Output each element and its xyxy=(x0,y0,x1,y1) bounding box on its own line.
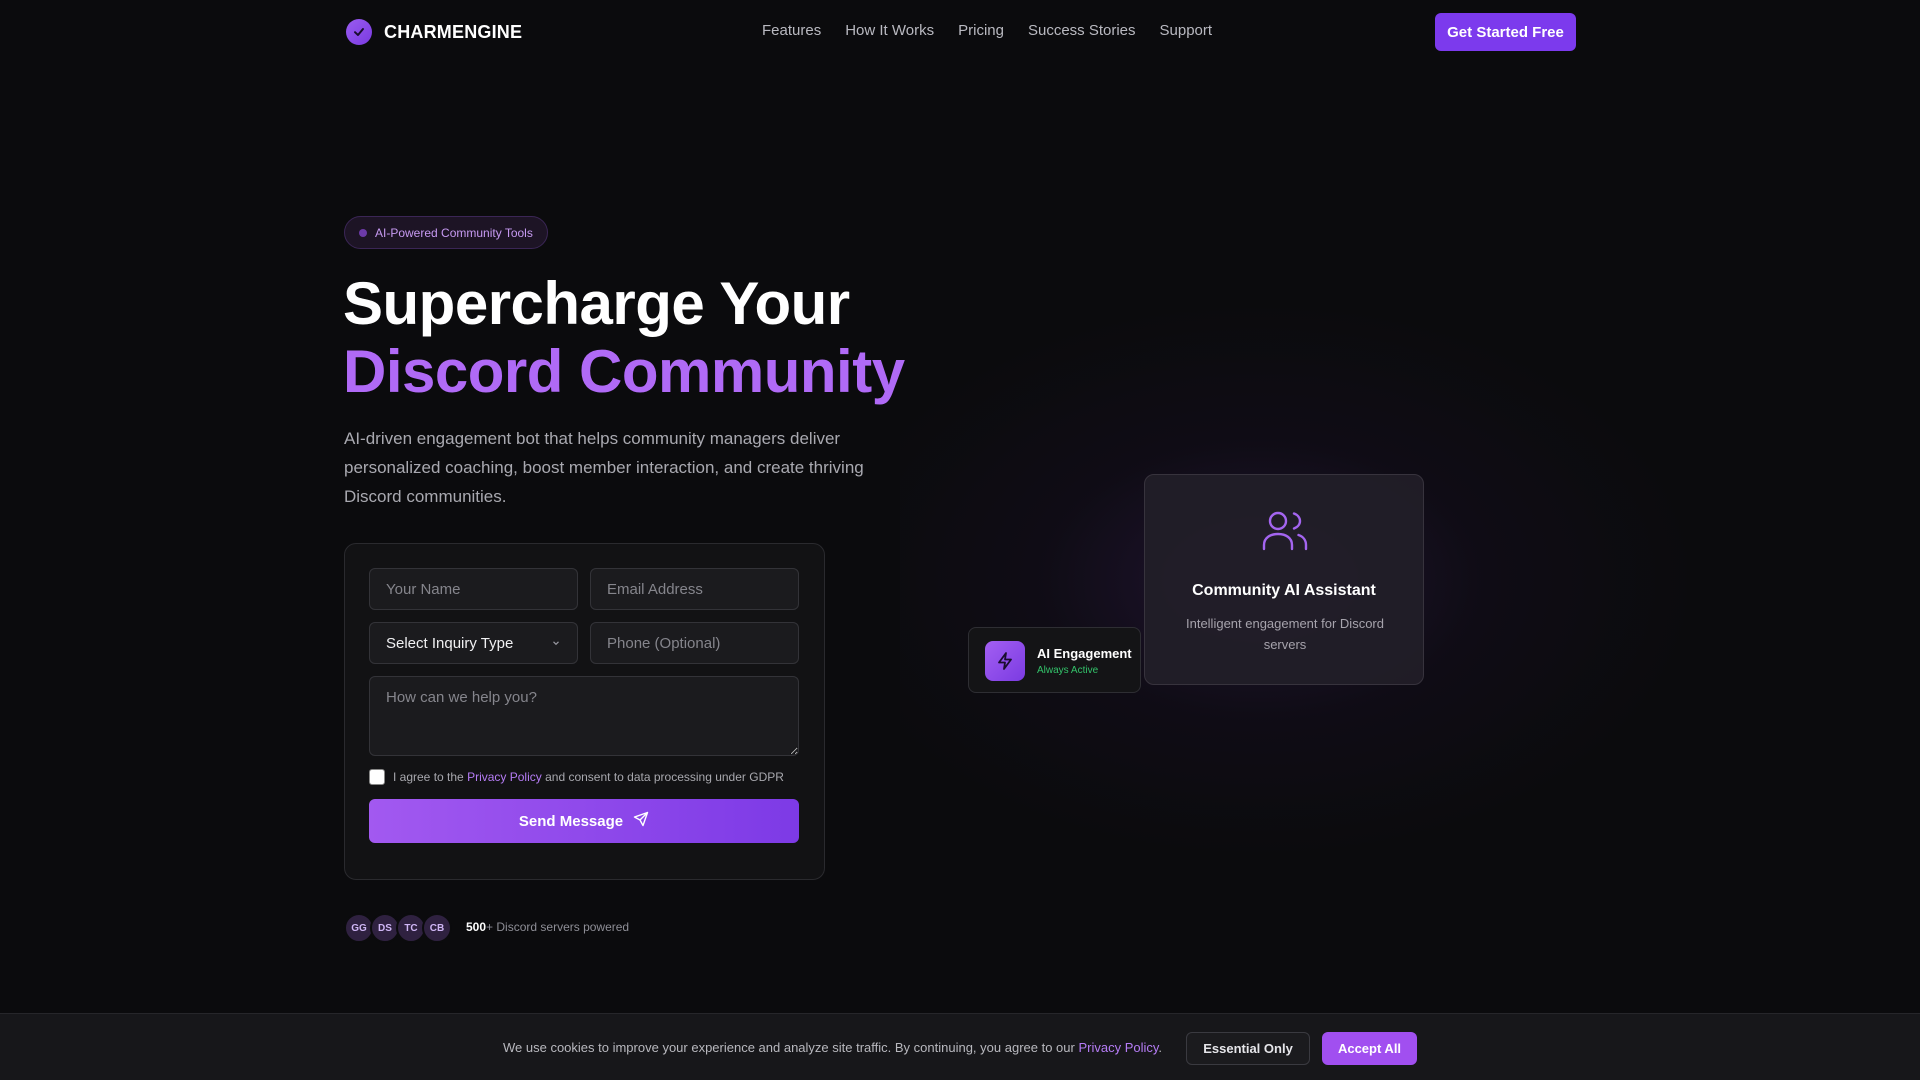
hero-badge: AI-Powered Community Tools xyxy=(344,216,548,249)
nav-link-features[interactable]: Features xyxy=(762,22,821,39)
hero-title-line1: Supercharge Your xyxy=(343,270,850,337)
hero-description: AI-driven engagement bot that helps comm… xyxy=(344,429,864,506)
send-message-button[interactable]: Send Message xyxy=(369,799,799,843)
consent-checkbox[interactable] xyxy=(369,769,385,785)
community-ai-assistant-card: Community AI Assistant Intelligent engag… xyxy=(1144,474,1424,685)
brand-name: CHARMENGINE xyxy=(384,21,523,42)
lightning-icon xyxy=(985,641,1025,681)
cookie-text: We use cookies to improve your experienc… xyxy=(503,1040,1075,1055)
top-navigation: CHARMENGINE Features How It Works Pricin… xyxy=(0,0,1920,64)
message-field[interactable] xyxy=(369,676,799,756)
chevron-down-icon xyxy=(551,635,561,652)
servers-label: Discord servers powered xyxy=(496,920,630,934)
nav-link-how-it-works[interactable]: How It Works xyxy=(845,22,934,39)
nav-link-support[interactable]: Support xyxy=(1160,22,1213,39)
inquiry-type-select[interactable]: Select Inquiry Type xyxy=(369,622,578,664)
email-field[interactable] xyxy=(590,568,799,610)
engagement-status: Always Active xyxy=(1037,665,1099,676)
name-field[interactable] xyxy=(369,568,578,610)
check-circle-icon xyxy=(346,19,372,45)
privacy-policy-link[interactable]: Privacy Policy xyxy=(467,770,542,784)
essential-only-button[interactable]: Essential Only xyxy=(1186,1032,1310,1065)
consent-prefix: I agree to the xyxy=(393,770,464,784)
assistant-title: Community AI Assistant xyxy=(1192,582,1376,599)
engagement-title: AI Engagement xyxy=(1037,646,1132,661)
users-icon xyxy=(1261,509,1309,558)
accept-all-button[interactable]: Accept All xyxy=(1322,1032,1417,1065)
nav-link-pricing[interactable]: Pricing xyxy=(958,22,1004,39)
gdpr-consent: I agree to the Privacy Policy and consen… xyxy=(369,769,784,785)
servers-count: 500 xyxy=(466,920,487,934)
avatar: CB xyxy=(422,913,452,943)
inquiry-type-value: Select Inquiry Type xyxy=(386,634,514,652)
cookie-privacy-link[interactable]: Privacy Policy xyxy=(1078,1040,1158,1055)
brand-logo[interactable]: CHARMENGINE xyxy=(346,19,522,45)
hero-title-line2: Discord Community xyxy=(343,338,905,405)
nav-link-success-stories[interactable]: Success Stories xyxy=(1028,22,1136,39)
cookie-period: . xyxy=(1158,1040,1163,1055)
badge-dot-icon xyxy=(359,228,367,237)
phone-field[interactable] xyxy=(590,622,799,664)
server-avatars: GG DS TC CB xyxy=(344,913,452,943)
badge-label: AI-Powered Community Tools xyxy=(375,225,533,240)
get-started-button[interactable]: Get Started Free xyxy=(1435,13,1576,51)
consent-suffix: and consent to data processing under GDP… xyxy=(545,770,784,784)
nav-links: Features How It Works Pricing Success St… xyxy=(762,22,1212,39)
cookie-message: We use cookies to improve your experienc… xyxy=(503,1040,1162,1055)
hero-title: Supercharge Your Discord Community xyxy=(343,270,905,406)
assistant-subtitle: Intelligent engagement for Discord serve… xyxy=(1185,616,1384,652)
ai-engagement-card: AI Engagement Always Active xyxy=(968,627,1141,693)
servers-powered-text: 500+ Discord servers powered xyxy=(466,920,629,934)
cookie-banner: We use cookies to improve your experienc… xyxy=(0,1013,1920,1080)
send-message-label: Send Message xyxy=(518,812,624,830)
send-icon xyxy=(633,811,649,831)
servers-count-suffix: + xyxy=(486,920,494,934)
consent-label: I agree to the Privacy Policy and consen… xyxy=(393,770,784,784)
contact-form: Select Inquiry Type I agree to the Priva… xyxy=(344,543,825,880)
